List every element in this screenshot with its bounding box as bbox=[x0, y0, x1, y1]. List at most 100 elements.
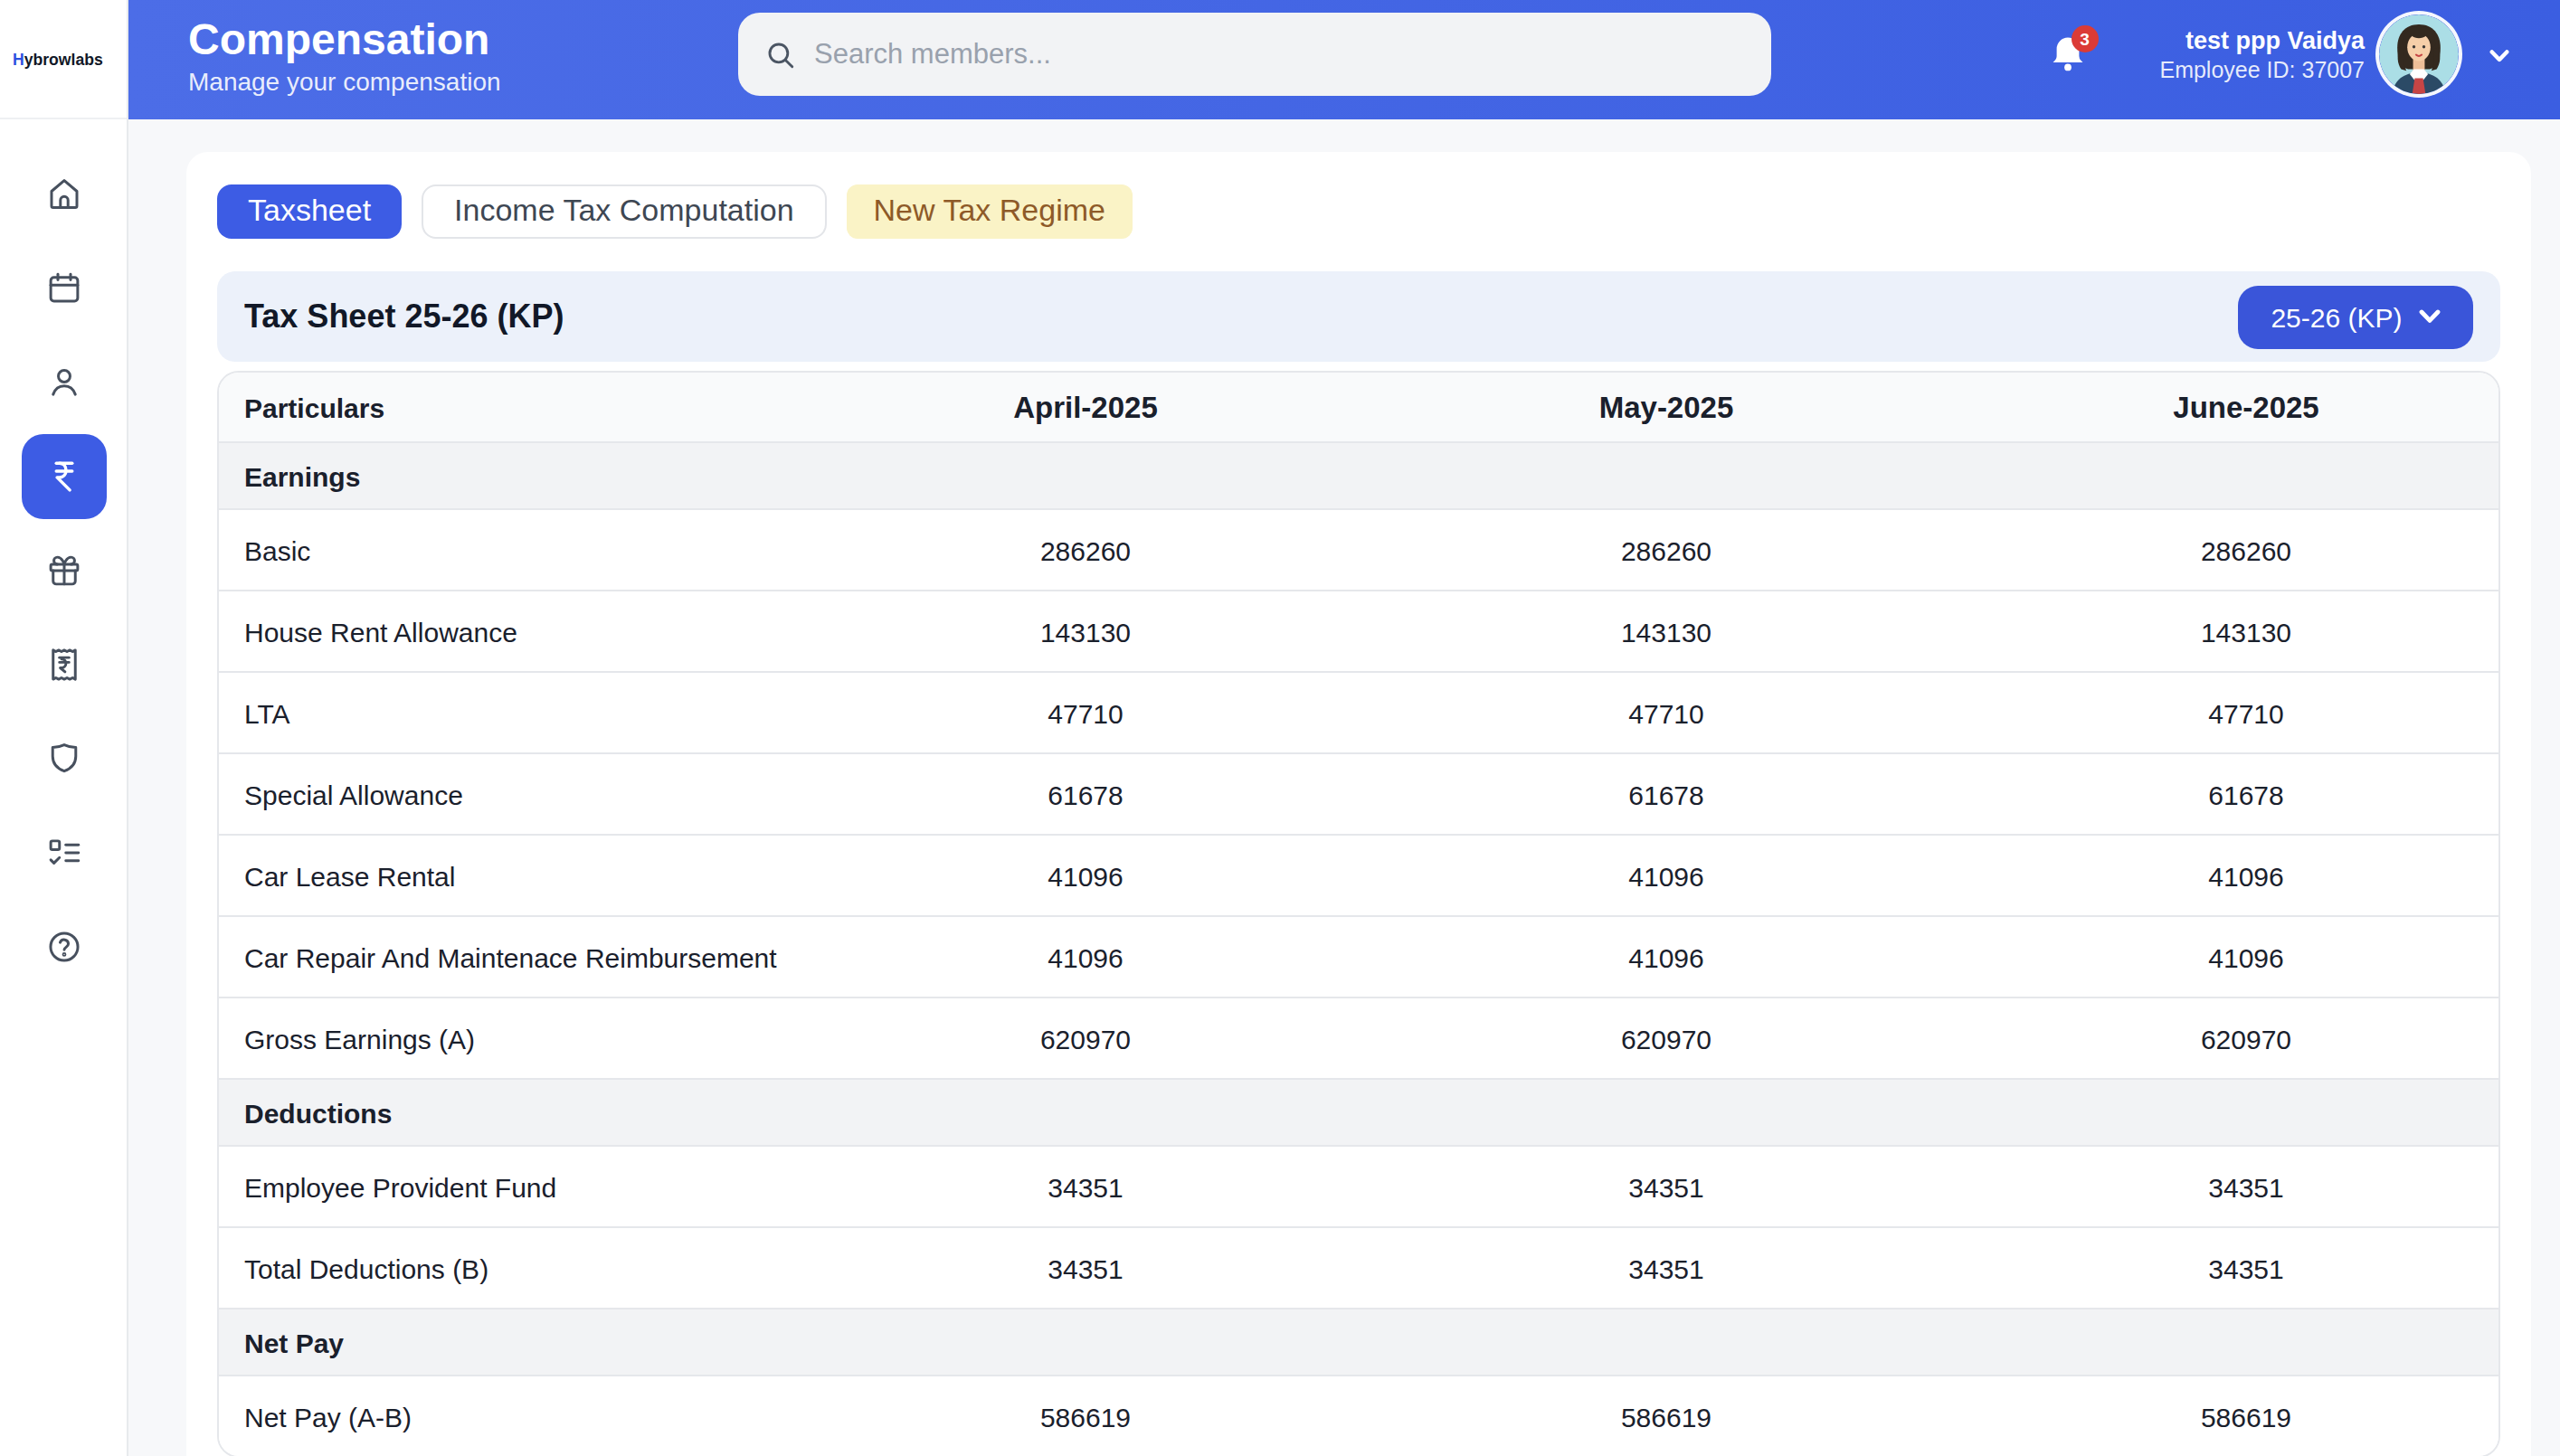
row-label: Total Deductions (B) bbox=[219, 1226, 829, 1308]
row-value: 47710 bbox=[829, 671, 1342, 752]
taxsheet-table-wrap: Particulars April-2025 May-2025 June-202… bbox=[217, 371, 2500, 1456]
sidebar-item-receipt-rupee[interactable] bbox=[0, 617, 127, 711]
sidebar-item-checklist[interactable] bbox=[0, 805, 127, 899]
row-value: 586619 bbox=[829, 1375, 1342, 1456]
user-name: test ppp Vaidya bbox=[2159, 26, 2365, 53]
taxsheet-header-bar: Tax Sheet 25-26 (KP) 25-26 (KP) bbox=[217, 271, 2500, 362]
row-value: 620970 bbox=[1342, 997, 1990, 1078]
search-icon bbox=[765, 39, 796, 70]
checklist-icon bbox=[44, 833, 82, 871]
column-header: June-2025 bbox=[1990, 373, 2500, 441]
row-label: Gross Earnings (A) bbox=[219, 997, 829, 1078]
row-label: Net Pay (A-B) bbox=[219, 1375, 829, 1456]
table-row: LTA477104771047710 bbox=[219, 671, 2500, 752]
table-row: House Rent Allowance143130143130143130 bbox=[219, 590, 2500, 671]
row-value: 41096 bbox=[1990, 915, 2500, 997]
sidebar-item-home[interactable] bbox=[0, 147, 127, 241]
rupee-icon bbox=[44, 457, 82, 495]
chevron-down-icon bbox=[2419, 309, 2441, 324]
user-info[interactable]: test ppp Vaidya Employee ID: 37007 bbox=[2159, 26, 2365, 82]
shield-icon bbox=[44, 739, 82, 777]
calendar-icon bbox=[44, 269, 82, 307]
row-value: 61678 bbox=[829, 752, 1342, 834]
gift-icon bbox=[44, 551, 82, 589]
row-value: 586619 bbox=[1342, 1375, 1990, 1456]
section-row: Net Pay bbox=[219, 1308, 2500, 1375]
row-value: 34351 bbox=[829, 1226, 1342, 1308]
table-row: Net Pay (A-B)586619586619586619 bbox=[219, 1375, 2500, 1456]
table-row: Employee Provident Fund343513435134351 bbox=[219, 1145, 2500, 1226]
tab-taxsheet[interactable]: Taxsheet bbox=[217, 184, 402, 239]
table-row: Basic286260286260286260 bbox=[219, 508, 2500, 590]
section-title: Deductions bbox=[219, 1078, 2500, 1145]
row-value: 586619 bbox=[1990, 1375, 2500, 1456]
row-value: 620970 bbox=[829, 997, 1342, 1078]
top-header: Compensation Manage your compensation Se… bbox=[128, 0, 2560, 119]
user-id: Employee ID: 37007 bbox=[2159, 57, 2365, 82]
page-title-block: Compensation Manage your compensation bbox=[188, 0, 501, 112]
search-input[interactable]: Search members... bbox=[738, 13, 1771, 96]
sidebar-item-calendar[interactable] bbox=[0, 241, 127, 335]
taxsheet-table: Particulars April-2025 May-2025 June-202… bbox=[219, 373, 2500, 1456]
avatar[interactable] bbox=[2379, 14, 2459, 94]
taxsheet-title: Tax Sheet 25-26 (KP) bbox=[244, 298, 564, 336]
section-row: Earnings bbox=[219, 441, 2500, 508]
tab-bar: Taxsheet Income Tax Computation New Tax … bbox=[217, 184, 2500, 239]
row-label: LTA bbox=[219, 671, 829, 752]
notification-badge: 3 bbox=[2071, 25, 2098, 52]
row-value: 286260 bbox=[1990, 508, 2500, 590]
receipt-rupee-icon bbox=[44, 645, 82, 683]
notifications-button[interactable]: 3 bbox=[2051, 34, 2085, 74]
person-icon bbox=[44, 363, 82, 401]
section-row: Deductions bbox=[219, 1078, 2500, 1145]
section-title: Earnings bbox=[219, 441, 2500, 508]
table-row: Total Deductions (B)343513435134351 bbox=[219, 1226, 2500, 1308]
search-placeholder: Search members... bbox=[814, 38, 1051, 71]
row-value: 620970 bbox=[1990, 997, 2500, 1078]
home-icon bbox=[44, 175, 82, 213]
row-label: Special Allowance bbox=[219, 752, 829, 834]
row-value: 286260 bbox=[829, 508, 1342, 590]
period-dropdown[interactable]: 25-26 (KP) bbox=[2238, 285, 2473, 348]
row-label: Car Lease Rental bbox=[219, 834, 829, 915]
page-subtitle: Manage your compensation bbox=[188, 67, 501, 96]
row-value: 47710 bbox=[1342, 671, 1990, 752]
row-value: 41096 bbox=[1342, 834, 1990, 915]
table-row: Special Allowance616786167861678 bbox=[219, 752, 2500, 834]
app-root: Compensation Manage your compensation Se… bbox=[0, 0, 2560, 1456]
row-label: Employee Provident Fund bbox=[219, 1145, 829, 1226]
sidebar-item-gift[interactable] bbox=[0, 523, 127, 617]
row-value: 34351 bbox=[1990, 1145, 2500, 1226]
column-header: April-2025 bbox=[829, 373, 1342, 441]
page-title: Compensation bbox=[188, 16, 501, 61]
column-header: May-2025 bbox=[1342, 373, 1990, 441]
help-icon bbox=[44, 927, 82, 965]
sidebar-item-person[interactable] bbox=[0, 335, 127, 429]
table-header-row: Particulars April-2025 May-2025 June-202… bbox=[219, 373, 2500, 441]
row-value: 34351 bbox=[1342, 1145, 1990, 1226]
row-value: 143130 bbox=[829, 590, 1342, 671]
row-value: 286260 bbox=[1342, 508, 1990, 590]
table-row: Gross Earnings (A)620970620970620970 bbox=[219, 997, 2500, 1078]
row-value: 41096 bbox=[829, 834, 1342, 915]
sidebar-item-help[interactable] bbox=[0, 899, 127, 993]
sidebar-item-shield[interactable] bbox=[0, 711, 127, 805]
sidebar: Hybrowlabs bbox=[0, 0, 128, 1456]
sidebar-item-rupee[interactable] bbox=[0, 429, 127, 523]
chevron-down-icon bbox=[2489, 49, 2509, 63]
row-value: 143130 bbox=[1342, 590, 1990, 671]
row-value: 61678 bbox=[1990, 752, 2500, 834]
row-label: Basic bbox=[219, 508, 829, 590]
tab-income-tax-computation[interactable]: Income Tax Computation bbox=[422, 184, 826, 239]
row-value: 41096 bbox=[829, 915, 1342, 997]
user-menu-chevron[interactable] bbox=[2489, 38, 2509, 71]
row-value: 143130 bbox=[1990, 590, 2500, 671]
period-dropdown-label: 25-26 (KP) bbox=[2271, 301, 2402, 332]
row-value: 41096 bbox=[1342, 915, 1990, 997]
row-value: 34351 bbox=[1342, 1226, 1990, 1308]
row-label: Car Repair And Maintenace Reimbursement bbox=[219, 915, 829, 997]
brand-logo[interactable]: Hybrowlabs bbox=[0, 0, 127, 119]
row-value: 47710 bbox=[1990, 671, 2500, 752]
tab-new-tax-regime[interactable]: New Tax Regime bbox=[847, 184, 1133, 239]
table-row: Car Repair And Maintenace Reimbursement4… bbox=[219, 915, 2500, 997]
